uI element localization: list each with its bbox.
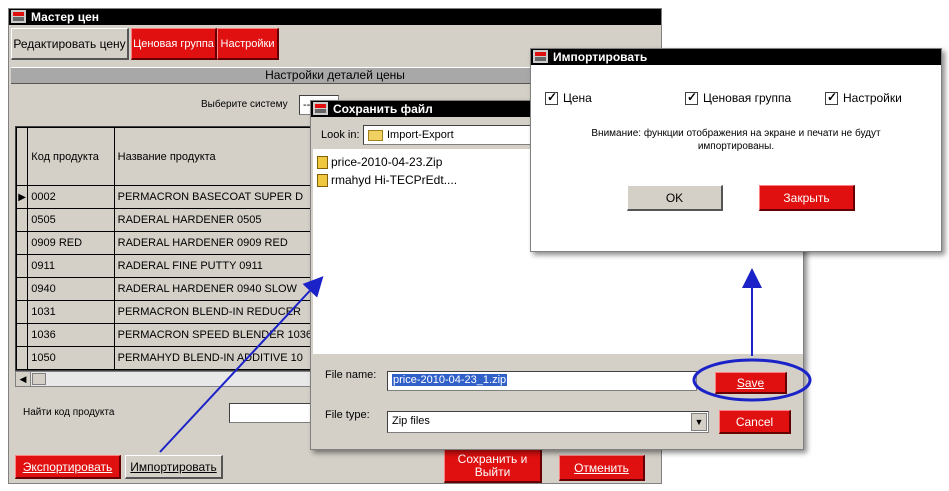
cancel-button[interactable]: Отменить <box>559 455 645 481</box>
cell-code[interactable]: 1050 <box>27 346 115 370</box>
product-grid: Код продукта Название продукта ▶ 0002 PE… <box>15 126 315 371</box>
checkbox-price-group[interactable]: Ценовая группа <box>685 90 791 106</box>
checkbox-checked-icon[interactable] <box>685 90 698 106</box>
cell-code[interactable]: 1036 <box>27 323 115 347</box>
zip-file-icon <box>317 173 328 187</box>
checkbox-price[interactable]: Цена <box>545 90 592 106</box>
ok-button[interactable]: OK <box>627 185 723 211</box>
import-dialog: Импортировать Цена Ценовая группа Настро… <box>530 48 942 252</box>
table-row[interactable]: 0940 RADERAL HARDENER 0940 SLOW <box>16 277 314 301</box>
checkbox-checked-icon[interactable] <box>825 90 838 106</box>
import-notice: Внимание: функции отображения на экране … <box>591 128 881 152</box>
cell-code[interactable]: 0002 <box>27 185 115 209</box>
app-logo-icon <box>313 102 328 115</box>
import-button[interactable]: Импортировать <box>125 455 223 479</box>
cancel-dialog-button[interactable]: Cancel <box>719 410 791 434</box>
export-button[interactable]: Экспортировать <box>15 455 121 479</box>
cell-code[interactable]: 0505 <box>27 208 115 232</box>
table-row[interactable]: 0911 RADERAL FINE PUTTY 0911 <box>16 254 314 278</box>
table-row[interactable]: 1036 PERMACRON SPEED BLENDER 1036 <box>16 323 314 347</box>
file-type-label: File type: <box>325 409 370 421</box>
file-type-select[interactable]: Zip files ▼ <box>387 411 709 433</box>
look-in-label: Look in: <box>321 129 360 141</box>
cell-name[interactable]: RADERAL HARDENER 0505 <box>113 208 314 232</box>
import-dialog-title: Импортировать <box>553 50 648 64</box>
chevron-down-icon[interactable]: ▼ <box>691 413 707 431</box>
column-header-code[interactable]: Код продукта <box>27 127 115 186</box>
table-row[interactable]: 1050 PERMAHYD BLEND-IN ADDITIVE 10 <box>16 346 314 370</box>
scroll-thumb[interactable] <box>32 373 46 385</box>
cell-name[interactable]: PERMACRON BLEND-IN REDUCER <box>113 300 314 324</box>
save-and-exit-button[interactable]: Сохранить и Выйти <box>444 449 542 483</box>
list-item[interactable]: price-2010-04-23.Zip <box>317 155 442 169</box>
current-row-arrow-icon: ▶ <box>16 185 29 209</box>
table-header-row: Код продукта Название продукта <box>16 127 314 186</box>
close-button[interactable]: Закрыть <box>759 185 855 211</box>
tab-settings[interactable]: Настройки <box>217 28 279 60</box>
main-window-titlebar: Мастер цен <box>9 9 661 25</box>
file-name-label: File name: <box>325 369 377 381</box>
table-row[interactable]: ▶ 0002 PERMACRON BASECOAT SUPER D <box>16 185 314 209</box>
app-logo-icon <box>533 50 548 63</box>
import-dialog-titlebar: Импортировать <box>531 49 941 65</box>
cell-name[interactable]: PERMAHYD BLEND-IN ADDITIVE 10 <box>113 346 314 370</box>
cell-code[interactable]: 1031 <box>27 300 115 324</box>
tab-edit-price[interactable]: Редактировать цену <box>11 28 129 60</box>
cell-name[interactable]: RADERAL HARDENER 0940 SLOW <box>113 277 314 301</box>
checkbox-settings[interactable]: Настройки <box>825 90 902 106</box>
table-row[interactable]: 0909 RED RADERAL HARDENER 0909 RED <box>16 231 314 255</box>
table-row[interactable]: 0505 RADERAL HARDENER 0505 <box>16 208 314 232</box>
checkbox-checked-icon[interactable] <box>545 90 558 106</box>
horizontal-scrollbar[interactable]: ◀ <box>15 371 315 387</box>
folder-icon <box>368 129 383 141</box>
column-header-name[interactable]: Название продукта <box>113 127 314 186</box>
cell-name[interactable]: RADERAL HARDENER 0909 RED <box>113 231 314 255</box>
zip-file-icon <box>317 155 328 169</box>
cell-code[interactable]: 0940 <box>27 277 115 301</box>
cell-name[interactable]: PERMACRON BASECOAT SUPER D <box>113 185 314 209</box>
save-dialog-title: Сохранить файл <box>333 102 433 116</box>
save-button[interactable]: Save <box>715 372 787 394</box>
main-window-title: Мастер цен <box>31 10 100 24</box>
file-name-input[interactable]: price-2010-04-23_1.zip <box>387 371 697 391</box>
app-logo-icon <box>11 10 26 23</box>
row-indicator-header <box>16 127 29 186</box>
search-label: Найти код продукта <box>23 407 115 418</box>
cell-code[interactable]: 0911 <box>27 254 115 278</box>
tab-price-group[interactable]: Ценовая группа <box>131 28 217 60</box>
cell-name[interactable]: PERMACRON SPEED BLENDER 1036 <box>113 323 314 347</box>
list-item[interactable]: rmahyd Hi-TECPrEdt.... <box>317 173 457 187</box>
system-label: Выберите систему <box>201 99 288 110</box>
search-product-code-input[interactable] <box>229 403 315 423</box>
table-row[interactable]: 1031 PERMACRON BLEND-IN REDUCER <box>16 300 314 324</box>
cell-name[interactable]: RADERAL FINE PUTTY 0911 <box>113 254 314 278</box>
scroll-left-icon[interactable]: ◀ <box>16 372 31 386</box>
cell-code[interactable]: 0909 RED <box>27 231 115 255</box>
